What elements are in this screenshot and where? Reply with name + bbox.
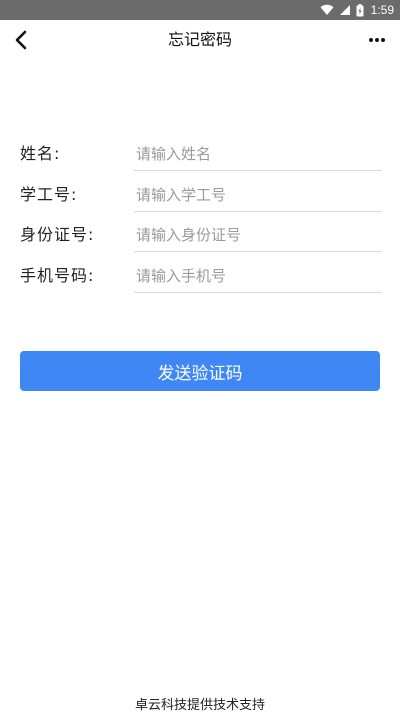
status-icons: 1:59 bbox=[320, 2, 394, 18]
staff-id-label: 学工号: bbox=[20, 184, 78, 204]
page-title: 忘记密码 bbox=[167, 30, 232, 49]
id-card-input[interactable] bbox=[134, 211, 382, 252]
more-dot bbox=[375, 38, 379, 42]
form-row-id-card: 身份证号: bbox=[20, 211, 382, 252]
name-label: 姓名: bbox=[20, 144, 61, 163]
signal-icon bbox=[339, 5, 350, 15]
id-card-label: 身份证号: bbox=[20, 225, 95, 244]
more-button[interactable] bbox=[362, 25, 392, 55]
phone-label: 手机号码: bbox=[20, 265, 95, 285]
status-time: 1:59 bbox=[370, 3, 394, 17]
reset-password-form: 姓名: 学工号: 身份证号: 手机号码: bbox=[20, 130, 382, 293]
battery-icon bbox=[356, 3, 364, 16]
form-row-name: 姓名: bbox=[20, 130, 382, 171]
staff-id-input[interactable] bbox=[134, 170, 382, 212]
form-row-staff-id: 学工号: bbox=[20, 170, 382, 212]
more-dot bbox=[381, 38, 385, 42]
wifi-icon bbox=[320, 4, 334, 16]
status-bar: 1:59 bbox=[0, 0, 400, 20]
chevron-left-icon bbox=[15, 30, 27, 50]
form-row-phone: 手机号码: bbox=[20, 251, 382, 293]
footer-credit: 卓云科技提供技术支持 bbox=[134, 698, 265, 713]
send-code-button[interactable]: 发送验证码 bbox=[20, 351, 380, 391]
back-button[interactable] bbox=[6, 25, 36, 55]
more-horizontal-icon bbox=[369, 38, 373, 42]
header-bar: 忘记密码 bbox=[0, 20, 400, 60]
phone-input[interactable] bbox=[134, 251, 382, 293]
name-input[interactable] bbox=[134, 130, 382, 171]
